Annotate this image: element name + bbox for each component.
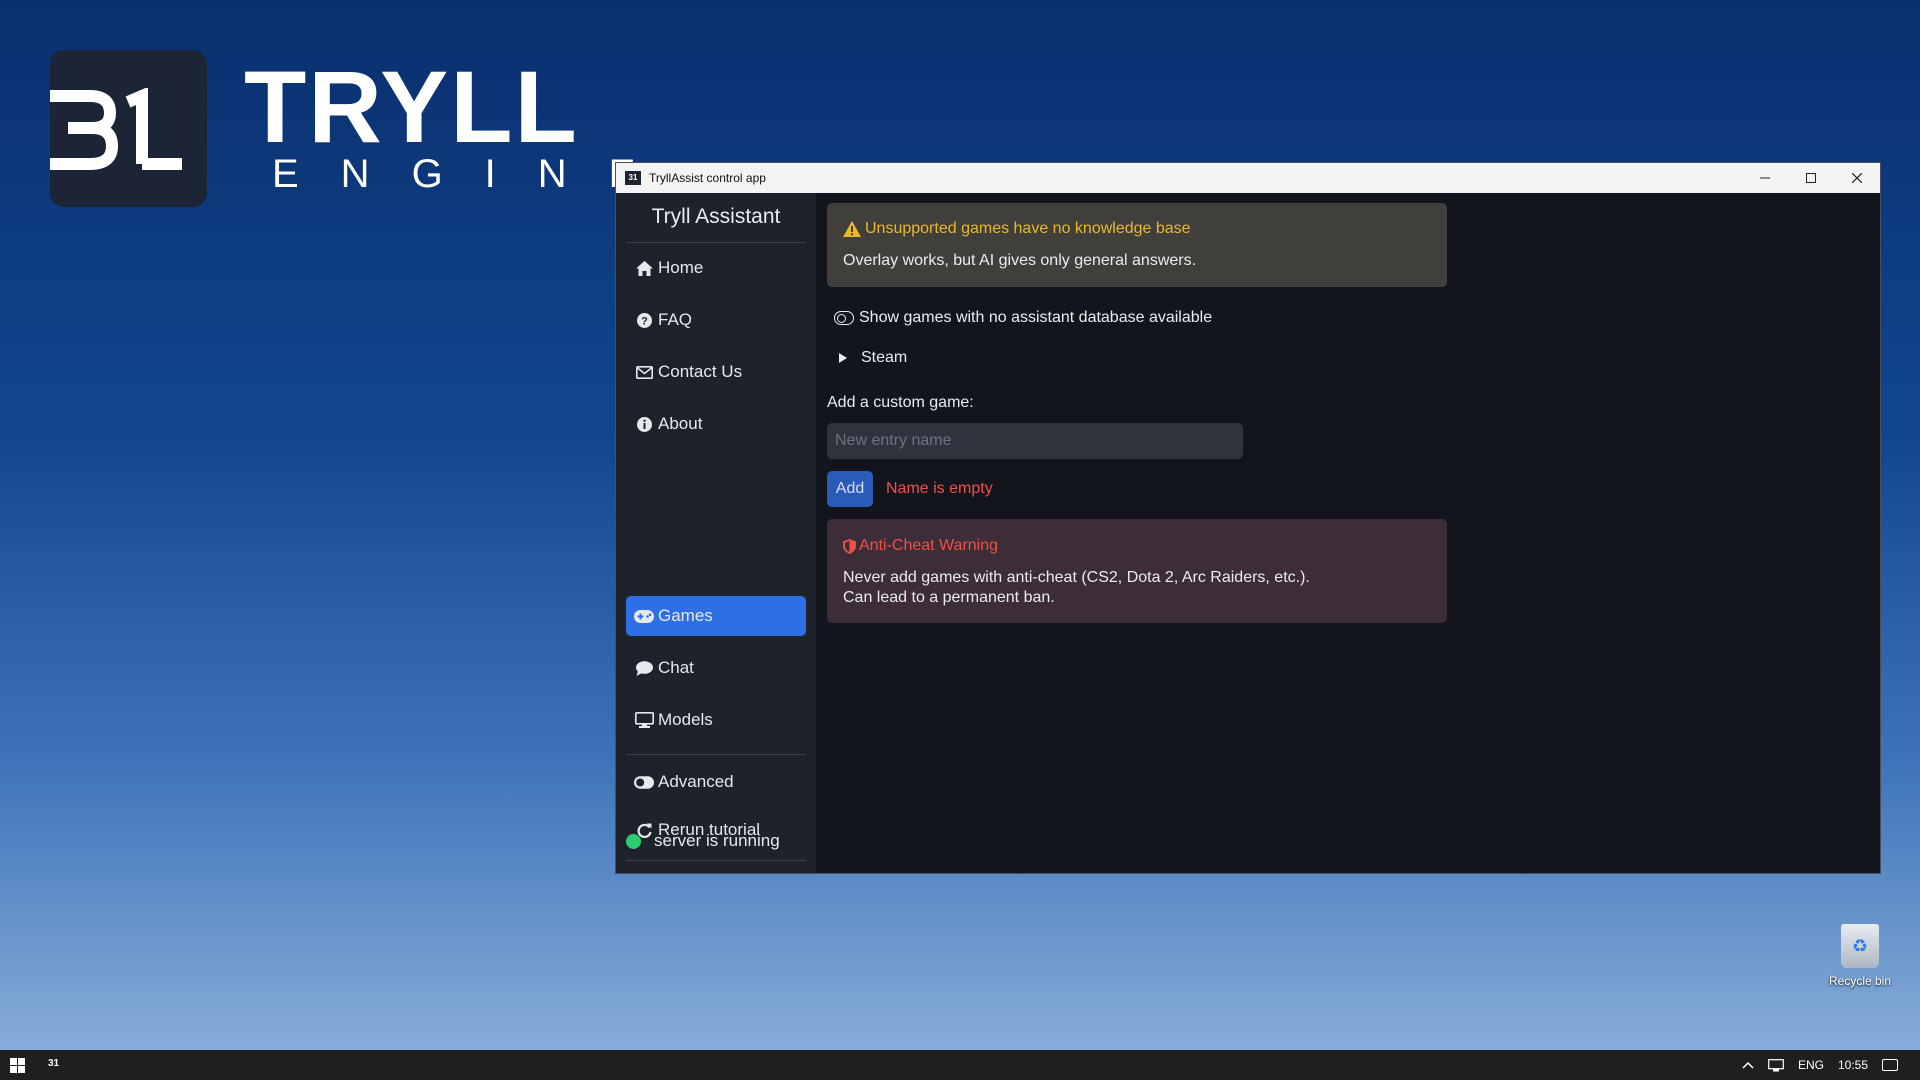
gamepad-icon: [634, 607, 654, 625]
close-button[interactable]: [1834, 163, 1880, 193]
anticheat-alert: Anti-Cheat Warning Never add games with …: [827, 519, 1447, 623]
title-bar[interactable]: 31 TryllAssist control app: [616, 163, 1880, 193]
recycle-bin-label: Recycle bin: [1828, 974, 1892, 988]
envelope-icon: [634, 363, 654, 381]
app-window: 31 TryllAssist control app Tryll Assista…: [615, 162, 1881, 874]
brand-title: TRYLL: [244, 50, 579, 164]
minimize-icon: [1760, 177, 1770, 179]
sidebar-divider: [626, 242, 806, 243]
sidebar-item-models[interactable]: Models: [626, 700, 806, 740]
sidebar-item-label: Games: [658, 606, 713, 625]
home-icon: [634, 259, 654, 277]
custom-game-input[interactable]: [827, 423, 1243, 459]
chevron-up-icon[interactable]: [1742, 1061, 1754, 1069]
close-icon: [1852, 173, 1862, 183]
unsupported-games-alert: Unsupported games have no knowledge base…: [827, 203, 1447, 287]
comment-icon: [634, 659, 654, 677]
toggle-label: Show games with no assistant database av…: [859, 309, 1213, 326]
monitor-icon: [634, 711, 654, 729]
sidebar-item-games[interactable]: Games: [626, 596, 806, 636]
sidebar-item-about[interactable]: About: [626, 404, 806, 444]
warning-body: Overlay works, but AI gives only general…: [843, 252, 1197, 269]
shield-icon: [843, 538, 856, 554]
custom-game-label: Add a custom game:: [827, 394, 974, 411]
app-name: Tryll Assistant: [651, 205, 781, 228]
sidebar: Tryll Assistant Home ? FAQ Contact Us Ab…: [616, 193, 816, 873]
sidebar-item-label: Models: [658, 710, 713, 729]
recycle-bin[interactable]: ♻ Recycle bin: [1820, 924, 1900, 988]
sidebar-item-advanced[interactable]: Advanced: [626, 762, 806, 802]
taskbar: 31 ENG 10:55: [0, 1050, 1920, 1080]
anticheat-body-line1: Never add games with anti-cheat (CS2, Do…: [843, 569, 1310, 586]
add-button[interactable]: Add: [827, 471, 873, 507]
sidebar-item-chat[interactable]: Chat: [626, 648, 806, 688]
warning-icon: [843, 221, 861, 237]
recycle-bin-icon: ♻: [1841, 924, 1879, 968]
sidebar-item-label: About: [658, 414, 703, 433]
sidebar-item-label: Advanced: [658, 772, 734, 791]
toggle-off-icon[interactable]: [834, 311, 854, 325]
tryll-logo-icon: [50, 88, 182, 170]
status-dot: [626, 833, 641, 849]
sidebar-divider: [626, 860, 806, 861]
minimize-button[interactable]: [1742, 163, 1788, 193]
server-status: server is running: [626, 831, 780, 851]
question-icon: ?: [634, 311, 654, 329]
main-content: Unsupported games have no knowledge base…: [816, 193, 1880, 873]
sidebar-item-label: Home: [658, 258, 704, 277]
toggle-icon: [634, 773, 654, 791]
sidebar-item-faq[interactable]: ? FAQ: [626, 300, 806, 340]
error-message: Name is empty: [886, 480, 993, 497]
notification-icon[interactable]: [1882, 1059, 1898, 1071]
caret-right-icon: [839, 353, 847, 363]
sidebar-item-home[interactable]: Home: [626, 248, 806, 288]
svg-text:?: ?: [641, 315, 648, 327]
tryll-logo: [50, 50, 207, 207]
app-icon: 31: [625, 171, 641, 185]
sidebar-item-label: Contact Us: [658, 362, 743, 381]
steam-expander[interactable]: Steam: [839, 349, 907, 367]
anticheat-body-line2: Can lead to a permanent ban.: [843, 589, 1055, 606]
maximize-button[interactable]: [1788, 163, 1834, 193]
network-icon[interactable]: [1768, 1058, 1784, 1072]
warning-title: Unsupported games have no knowledge base: [865, 220, 1191, 237]
maximize-icon: [1806, 173, 1816, 183]
steam-label: Steam: [861, 349, 908, 366]
window-title: TryllAssist control app: [649, 171, 766, 185]
taskbar-app-tryll[interactable]: 31: [48, 1058, 59, 1069]
start-button[interactable]: [10, 1058, 25, 1073]
status-text: server is running: [654, 831, 780, 850]
anticheat-title: Anti-Cheat Warning: [859, 537, 999, 554]
sidebar-item-label: FAQ: [658, 310, 693, 329]
show-unsupported-toggle[interactable]: Show games with no assistant database av…: [834, 309, 1212, 327]
system-tray: ENG 10:55: [1742, 1050, 1920, 1080]
clock[interactable]: 10:55: [1838, 1058, 1868, 1072]
language-indicator[interactable]: ENG: [1798, 1058, 1824, 1072]
sidebar-item-contact[interactable]: Contact Us: [626, 352, 806, 392]
info-icon: [634, 415, 654, 433]
sidebar-divider: [626, 754, 806, 755]
sidebar-item-label: Chat: [658, 658, 694, 677]
